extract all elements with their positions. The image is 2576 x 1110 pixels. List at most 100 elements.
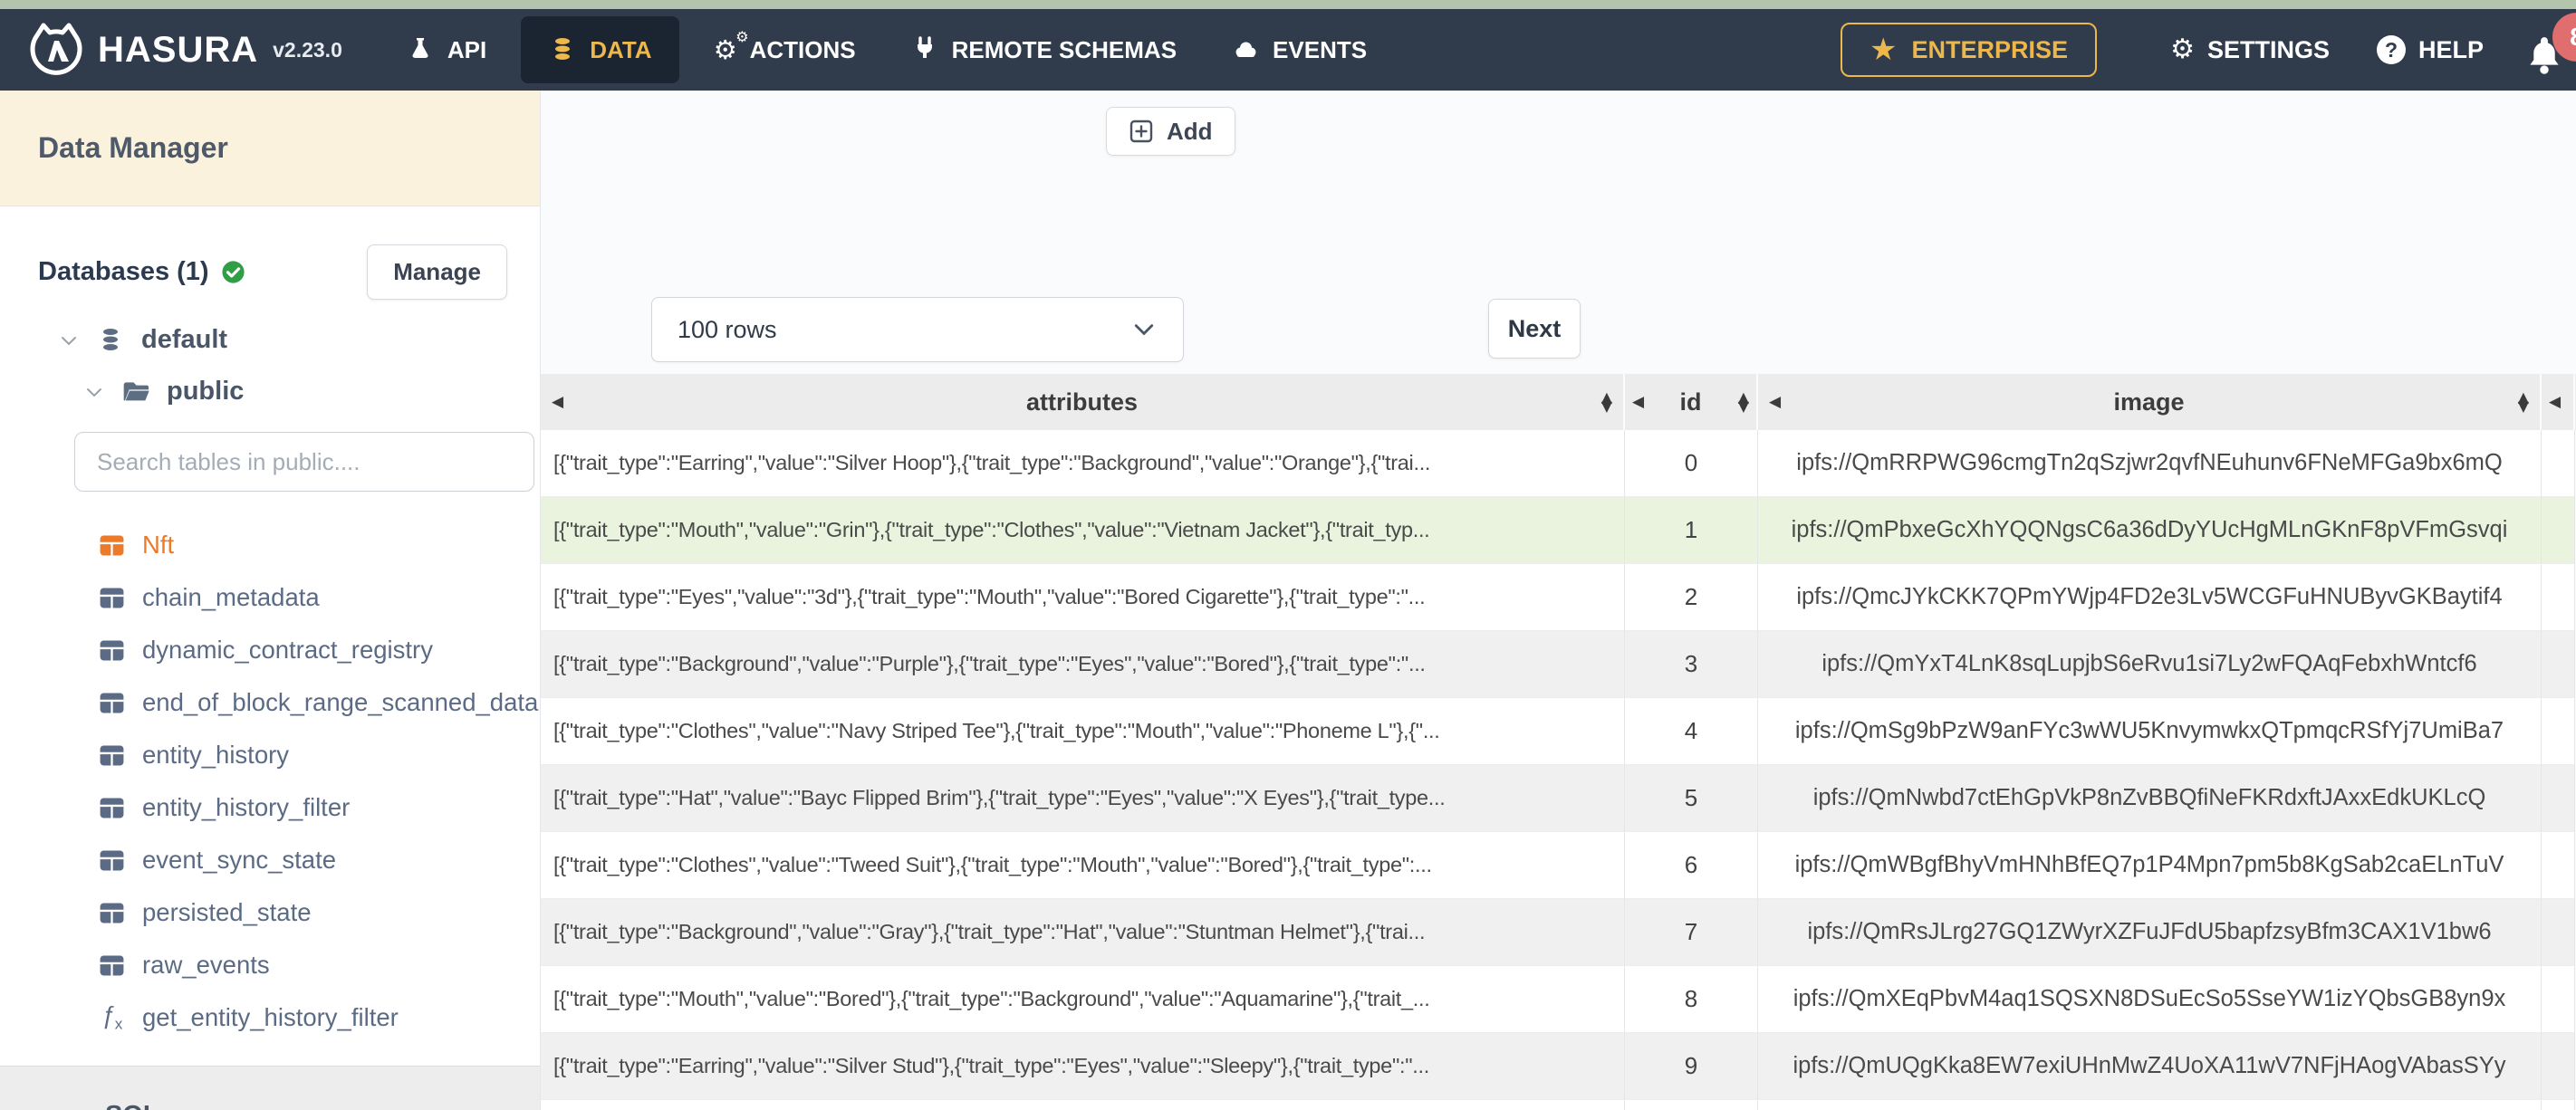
cell-id[interactable]: 9	[1625, 1033, 1758, 1100]
cell-id[interactable]: 7	[1625, 899, 1758, 966]
table-icon	[100, 535, 124, 555]
database-icon	[102, 327, 119, 351]
cell-attributes[interactable]: [{"trait_type":"Mouth","value":"Bored"},…	[541, 966, 1625, 1033]
manage-button[interactable]: Manage	[367, 244, 507, 300]
cell-image[interactable]: ipfs://QmPbxeGcXhYQQNgsC6a36dDyYUcHgMLnG…	[1758, 497, 2542, 564]
nav-item-remote-schemas[interactable]: REMOTE SCHEMAS	[883, 9, 1204, 91]
nav-item-help[interactable]: ? HELP	[2353, 35, 2507, 64]
nav-item-actions[interactable]: ⚙ ⚙ ACTIONS	[687, 9, 883, 91]
table-name: Nft	[142, 531, 175, 559]
tree-node-database[interactable]: default	[58, 325, 540, 355]
sidebar-item-end-of-block-range-scanned-data[interactable]: end_of_block_range_scanned_data	[98, 676, 540, 729]
cell-id[interactable]: 8	[1625, 966, 1758, 1033]
enterprise-button[interactable]: ★ ENTERPRISE	[1841, 23, 2098, 77]
cell-attributes[interactable]: [{"trait_type":"Clothes","value":"Tweed …	[541, 832, 1625, 899]
column-header-partial[interactable]: ◀	[2542, 374, 2575, 430]
next-page-button[interactable]: Next	[1488, 299, 1581, 359]
table-icon	[100, 693, 124, 713]
chevron-down-icon[interactable]	[58, 330, 80, 351]
sidebar-item-chain-metadata[interactable]: chain_metadata	[98, 571, 540, 624]
cell-image[interactable]: ipfs://QmUQgKka8EW7exiUHnMwZ4UoXA11wV7NF…	[1758, 1033, 2542, 1100]
table-row[interactable]: [{"trait_type":"Eyes","value":"3d"},{"tr…	[541, 564, 2576, 631]
cell-id[interactable]: 0	[1625, 430, 1758, 497]
sidebar-footer-sql[interactable]: SQL	[0, 1066, 540, 1110]
table-row[interactable]: [{"trait_type":"Clothes","value":"Tweed …	[541, 832, 2576, 899]
cell-attributes[interactable]: [{"trait_type":"Hat","value":"Bayc Flipp…	[541, 765, 1625, 832]
cell-attributes[interactable]: [{"trait_type":"Background","value":"Gra…	[541, 899, 1625, 966]
collapse-column-icon[interactable]: ◀	[2549, 393, 2561, 411]
cell-stub	[2542, 631, 2575, 698]
search-input[interactable]	[74, 432, 534, 492]
cell-image[interactable]: ipfs://QmRRPWG96cmgTn2qSzjwr2qvfNEuhunv6…	[1758, 430, 2542, 497]
column-header-attributes[interactable]: ◀ attributes ▲ ▼	[541, 374, 1625, 430]
settings-label: SETTINGS	[2206, 35, 2330, 63]
table-name: raw_events	[142, 951, 270, 979]
chevron-down-icon	[1134, 324, 1154, 336]
table-row[interactable]: [{"trait_type":"Mouth","value":"Bored"},…	[541, 966, 2576, 1033]
table-row[interactable]: [{"trait_type":"Clothes","value":"Navy S…	[541, 698, 2576, 765]
sidebar-item-get-entity-history-filter[interactable]: ƒx get_entity_history_filter	[98, 991, 540, 1044]
cell-image[interactable]: ipfs://QmWBgfBhyVmHNhBfEQ7p1P4Mpn7pm5b8K…	[1758, 832, 2542, 899]
column-header-id[interactable]: ◀ id ▲ ▼	[1625, 374, 1758, 430]
rows-per-page-select[interactable]: 100 rows	[651, 297, 1184, 362]
cell-attributes[interactable]: [{"trait_type":"Eyes","value":"3d"},{"tr…	[541, 564, 1625, 631]
cell-id[interactable]: 5	[1625, 765, 1758, 832]
collapse-column-icon[interactable]: ◀	[1632, 393, 1644, 411]
tree-node-schema[interactable]: public	[83, 377, 540, 407]
table-row[interactable]: [{"trait_type":"Background","value":"Gra…	[541, 899, 2576, 966]
nav-item-api[interactable]: API	[379, 9, 514, 91]
cell-id[interactable]: 3	[1625, 631, 1758, 698]
gear-icon: ⚙	[2170, 33, 2195, 65]
cell-image[interactable]: ipfs://QmRsJLrg27GQ1ZWyrXZFuJFdU5bapfzsy…	[1758, 899, 2542, 966]
cell-image[interactable]: ipfs://QmNwbd7ctEhGpVkP8nZvBBQfiNeFKRdxf…	[1758, 765, 2542, 832]
cell-stub	[2542, 765, 2575, 832]
sort-icon[interactable]: ▲ ▼	[2518, 390, 2529, 414]
table-name: event_sync_state	[142, 846, 337, 874]
column-header-image[interactable]: ◀ image ▲ ▼	[1758, 374, 2542, 430]
cell-id[interactable]: 1	[1625, 497, 1758, 564]
sidebar-item-entity-history-filter[interactable]: entity_history_filter	[98, 781, 540, 834]
table-row[interactable]: [{"trait_type":"Hat","value":"Bayc Flipp…	[541, 765, 2576, 832]
table-row[interactable]: [{"trait_type":"Background","value":"Pur…	[541, 631, 2576, 698]
sidebar-item-entity-history[interactable]: entity_history	[98, 729, 540, 781]
collapse-column-icon[interactable]: ◀	[1769, 393, 1781, 411]
cell-image[interactable]: ipfs://QmXEqPbvM4aq1SQSXN8DSuEcSo5SseYW1…	[1758, 966, 2542, 1033]
cell-id[interactable]: 4	[1625, 698, 1758, 765]
cell-attributes[interactable]: [{"trait_type":"Mouth","value":"Grin"},{…	[541, 497, 1625, 564]
cell-attributes[interactable]: [{"trait_type":"Clothes","value":"Navy S…	[541, 698, 1625, 765]
sidebar-item-raw-events[interactable]: raw_events	[98, 939, 540, 991]
sidebar-item-nft[interactable]: Nft	[98, 519, 540, 571]
data-table: ◀ attributes ▲ ▼ ◀ id ▲ ▼ ◀ image ▲ ▼ ◀ …	[541, 374, 2576, 1110]
collapse-column-icon[interactable]: ◀	[552, 393, 563, 411]
cell-image[interactable]: ipfs://QmYxT4LnK8sqLupjbS6eRvu1si7Ly2wFQ…	[1758, 631, 2542, 698]
table-icon	[100, 798, 124, 818]
nav-item-data[interactable]: DATA	[521, 16, 679, 83]
column-label: image	[2113, 388, 2185, 416]
cell-attributes[interactable]: [{"trait_type":"Earring","value":"Silver…	[541, 1033, 1625, 1100]
nav-item-events[interactable]: EVENTS	[1204, 9, 1394, 91]
add-row-button[interactable]: Add	[1106, 107, 1235, 156]
cell-stub	[2542, 430, 2575, 497]
notifications-button[interactable]: 8	[2516, 9, 2576, 91]
cell-attributes[interactable]: [{"trait_type":"Earring","value":"Silver…	[541, 430, 1625, 497]
cell-stub	[2542, 1033, 2575, 1100]
sort-icon[interactable]: ▲ ▼	[1738, 390, 1749, 414]
nav-item-label: EVENTS	[1273, 35, 1368, 63]
chevron-down-icon[interactable]	[83, 381, 105, 403]
tree-node-label: default	[141, 325, 228, 354]
cell-image[interactable]: ipfs://QmSg9bPzW9anFYc3wWU5KnvymwkxQTpmq…	[1758, 698, 2542, 765]
cell-id[interactable]: 2	[1625, 564, 1758, 631]
sort-icon[interactable]: ▲ ▼	[1601, 390, 1612, 414]
cell-attributes[interactable]: [{"trait_type":"Background","value":"Pur…	[541, 631, 1625, 698]
table-row[interactable]: [{"trait_type":"Earring","value":"Silver…	[541, 1033, 2576, 1100]
cell-image[interactable]: ipfs://QmcJYkCKK7QPmYWjp4FD2e3Lv5WCGFuHN…	[1758, 564, 2542, 631]
table-row[interactable]: [{"trait_type":"Earring","value":"Silver…	[541, 430, 2576, 497]
table-name: chain_metadata	[142, 583, 320, 611]
table-row-highlighted[interactable]: [{"trait_type":"Mouth","value":"Grin"},{…	[541, 497, 2576, 564]
sidebar-item-persisted-state[interactable]: persisted_state	[98, 886, 540, 939]
nav-item-settings[interactable]: ⚙ SETTINGS	[2147, 36, 2353, 64]
sidebar-item-dynamic-contract-registry[interactable]: dynamic_contract_registry	[98, 624, 540, 676]
cell-id[interactable]: 6	[1625, 832, 1758, 899]
nav-item-label: API	[447, 35, 487, 63]
sidebar-item-event-sync-state[interactable]: event_sync_state	[98, 834, 540, 886]
